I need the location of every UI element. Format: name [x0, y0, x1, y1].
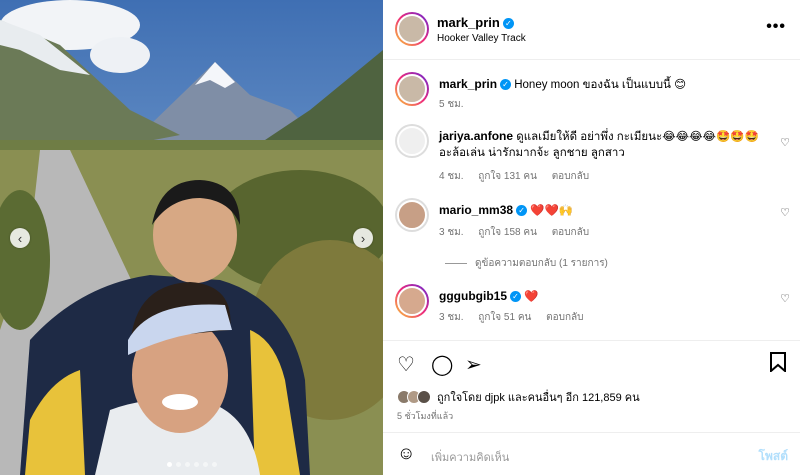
post-side-panel: mark_prin ✓ Hooker Valley Track ••• mark_… — [383, 0, 800, 475]
comment-input[interactable]: เพิ่มความคิดเห็น — [431, 448, 509, 466]
comment-text: gggubgib15 ✓ ❤️ — [439, 288, 769, 305]
carousel-dot — [166, 462, 172, 467]
post-image[interactable]: ‹ › — [0, 0, 383, 475]
post-header: mark_prin ✓ Hooker Valley Track ••• — [383, 0, 800, 60]
comment-text: jariya.anfone ดูแลเมียให้ดี อย่าพึ่ง กะเ… — [439, 128, 769, 161]
liker-avatar — [417, 390, 431, 404]
comment-likes[interactable]: ถูกใจ 51 คน — [478, 312, 531, 323]
comment-meta: 4 ชม. ถูกใจ 131 คน ตอบกลับ — [439, 169, 601, 184]
carousel-dot — [202, 462, 208, 467]
carousel-indicator — [0, 462, 383, 467]
verified-badge-icon: ✓ — [500, 79, 512, 91]
verified-badge-icon: ✓ — [516, 205, 528, 217]
comment-username[interactable]: gggubgib15 — [439, 289, 507, 303]
comment-meta: 3 ชม. ถูกใจ 51 คน ตอบกลับ — [439, 310, 596, 325]
comment-body: ❤️❤️🙌 — [530, 205, 574, 217]
comment-body: ❤️ — [524, 291, 539, 303]
carousel-dot — [211, 462, 217, 467]
comment-time: 3 ชม. — [439, 227, 464, 238]
comment-meta: 3 ชม. ถูกใจ 158 คน ตอบกลับ — [439, 225, 601, 240]
comment-like-icon[interactable]: ♡ — [780, 292, 790, 305]
comment-username[interactable]: mario_mm38 — [439, 203, 513, 217]
caption-time: 5 ชม. — [439, 99, 464, 110]
comment-likes[interactable]: ถูกใจ 131 คน — [478, 171, 537, 182]
author-username[interactable]: mark_prin ✓ — [437, 15, 514, 30]
comment-avatar[interactable] — [395, 198, 429, 232]
comment-bar: ☺ เพิ่มความคิดเห็น โพสต์ — [383, 432, 800, 475]
comment-reply-button[interactable]: ตอบกลับ — [552, 227, 589, 238]
actions-divider — [383, 340, 800, 341]
caption-text: mark_prin ✓ Honey moon ของฉัน เป็นแบบนี้ … — [439, 76, 769, 93]
caption-avatar[interactable] — [395, 72, 429, 106]
comment-time: 4 ชม. — [439, 171, 464, 182]
verified-badge-icon: ✓ — [510, 291, 521, 303]
carousel-dot — [193, 462, 199, 467]
comment-like-icon[interactable]: ♡ — [780, 136, 790, 149]
landscape-selfie-image — [0, 0, 383, 475]
carousel-dot — [175, 462, 181, 467]
caption-username[interactable]: mark_prin — [439, 77, 497, 91]
like-icon[interactable]: ♡ — [397, 352, 415, 377]
comment-reply-button[interactable]: ตอบกลับ — [552, 171, 589, 182]
emoji-icon[interactable]: ☺ — [397, 443, 415, 464]
view-replies-label[interactable]: ดูข้อความตอบกลับ (1 รายการ) — [475, 258, 608, 269]
carousel-prev-button[interactable]: ‹ — [10, 228, 30, 248]
replies-divider — [445, 262, 467, 264]
bookmark-icon[interactable] — [770, 352, 786, 378]
post-comment-button[interactable]: โพสต์ — [759, 447, 788, 466]
comment-reply-button[interactable]: ตอบกลับ — [546, 312, 583, 323]
comment-text: mario_mm38 ✓ ❤️❤️🙌 — [439, 202, 769, 219]
post-time: 5 ชั่วโมงที่แล้ว — [397, 411, 454, 421]
post-location[interactable]: Hooker Valley Track — [437, 33, 526, 44]
view-replies-button[interactable]: ดูข้อความตอบกลับ (1 รายการ) — [445, 256, 608, 271]
comment-icon[interactable]: ◯ — [431, 352, 453, 377]
verified-badge-icon: ✓ — [502, 18, 514, 30]
liked-by-text[interactable]: ถูกใจโดย djpk และคนอื่นๆ อีก 121,859 คน — [437, 388, 640, 406]
comment-username[interactable]: jariya.anfone — [439, 129, 513, 143]
carousel-next-button[interactable]: › — [353, 228, 373, 248]
caption-body: Honey moon ของฉัน เป็นแบบนี้ 😊 — [514, 79, 687, 91]
author-username-text[interactable]: mark_prin — [437, 15, 500, 30]
comment-avatar[interactable] — [395, 284, 429, 318]
comment-likes[interactable]: ถูกใจ 158 คน — [478, 227, 537, 238]
share-icon[interactable]: ➢ — [465, 352, 482, 377]
liked-by[interactable]: ถูกใจโดย djpk และคนอื่นๆ อีก 121,859 คน — [397, 388, 640, 406]
author-avatar[interactable] — [395, 12, 429, 46]
comment-avatar[interactable] — [395, 124, 429, 158]
comment-time: 3 ชม. — [439, 312, 464, 323]
comment-like-icon[interactable]: ♡ — [780, 206, 790, 219]
more-options-icon[interactable]: ••• — [766, 18, 786, 36]
carousel-dot — [184, 462, 190, 467]
caption-meta: 5 ชม. — [439, 97, 476, 112]
